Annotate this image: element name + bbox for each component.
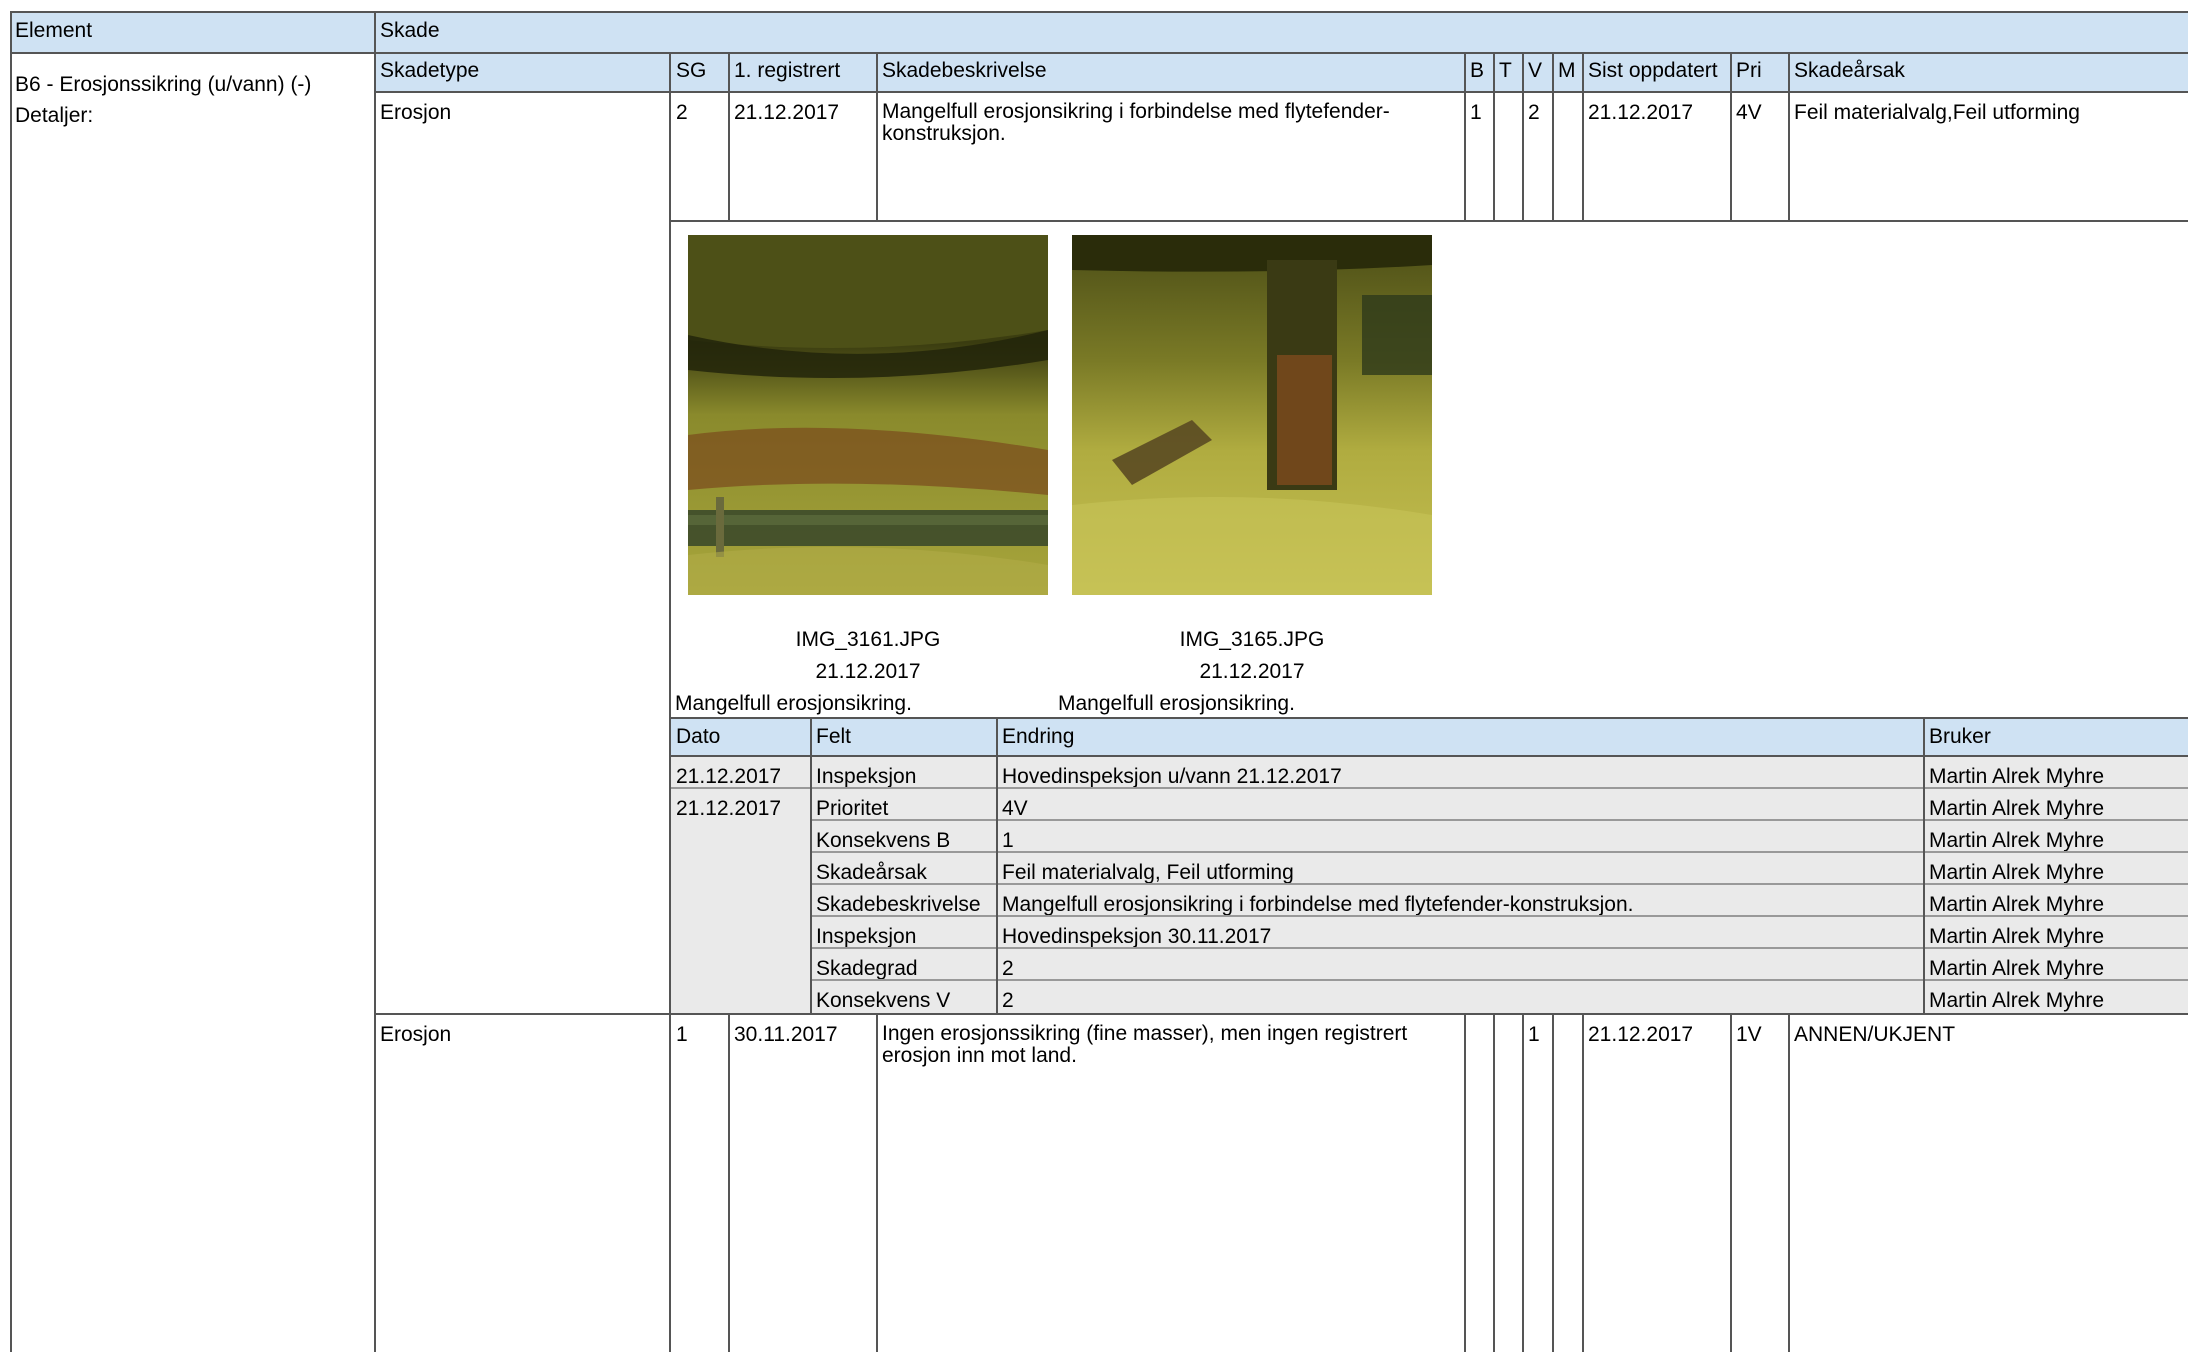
damage-cause: ANNEN/UKJENT <box>1794 1023 1956 1046</box>
underwater-photo-image <box>688 235 1048 595</box>
col-pri: Pri <box>1736 59 1762 82</box>
column-header-row <box>375 53 2188 92</box>
col-skadetype: Skadetype <box>380 59 480 82</box>
history-user: Martin Alrek Myhre <box>1929 989 2105 1012</box>
damage-t <box>1494 98 1504 104</box>
history-col-endring: Endring <box>1002 725 1075 748</box>
damage-m <box>1553 98 1563 104</box>
damage-v: 1 <box>1528 1023 1540 1046</box>
damage-sg: 2 <box>676 101 688 124</box>
col-m: M <box>1558 59 1576 82</box>
damage-pri: 1V <box>1736 1023 1762 1046</box>
col-beskrivelse: Skadebeskrivelse <box>882 59 1047 82</box>
col-b: B <box>1470 59 1485 82</box>
col-oppdatert: Sist oppdatert <box>1588 59 1718 82</box>
col-v: V <box>1528 59 1543 82</box>
damage-description: Ingen erosjonssikring (fine masser), men… <box>882 1022 1408 1068</box>
damage-sg: 1 <box>676 1023 688 1046</box>
table-header-row <box>10 12 2188 53</box>
damage-type: Erosjon <box>380 101 452 124</box>
photo-2-caption: Mangelfull erosjonsikring. <box>1058 692 1295 715</box>
damage-m <box>1553 1020 1563 1026</box>
history-col-dato: Dato <box>676 725 721 748</box>
element-details-label: Detaljer: <box>15 104 94 127</box>
photo-2-date: 21.12.2017 <box>1199 660 1305 683</box>
damage-registered: 30.11.2017 <box>734 1023 838 1046</box>
col-arsak: Skadeårsak <box>1794 59 1905 82</box>
damage-b: 1 <box>1470 101 1482 124</box>
col-registrert: 1. registrert <box>734 59 841 82</box>
damage-updated: 21.12.2017 <box>1588 101 1694 124</box>
damage-t <box>1494 1020 1504 1026</box>
col-sg: SG <box>676 59 707 82</box>
skade-header: Skade <box>380 19 440 42</box>
col-t: T <box>1499 59 1512 82</box>
damage-type: Erosjon <box>380 1023 452 1046</box>
damage-photo-2[interactable] <box>1072 235 1432 595</box>
damage-description: Mangelfull erosjonsikring i forbindelse … <box>882 100 1390 146</box>
history-date: 21.12.2017 <box>676 797 782 820</box>
history-field: Konsekvens V <box>816 989 951 1012</box>
damage-cause: Feil materialvalg,Feil utforming <box>1794 101 2080 124</box>
photo-1-caption: Mangelfull erosjonsikring. <box>675 692 912 715</box>
history-col-felt: Felt <box>816 725 852 748</box>
damage-pri: 4V <box>1736 101 1762 124</box>
photo-1-filename: IMG_3161.JPG <box>795 628 941 651</box>
damage-registered: 21.12.2017 <box>734 101 840 124</box>
photo-2-filename: IMG_3165.JPG <box>1179 628 1325 651</box>
damage-updated: 21.12.2017 <box>1588 1023 1694 1046</box>
element-name: B6 - Erosjonssikring (u/vann) (-) <box>15 73 312 96</box>
damage-photo-1[interactable] <box>688 235 1048 595</box>
history-col-bruker: Bruker <box>1929 725 1991 748</box>
photo-1-date: 21.12.2017 <box>815 660 921 683</box>
history-change: 2 <box>1002 989 1014 1012</box>
damage-v: 2 <box>1528 101 1540 124</box>
underwater-photo-image <box>1072 235 1432 595</box>
element-header: Element <box>15 19 93 42</box>
damage-b <box>1465 1020 1475 1026</box>
